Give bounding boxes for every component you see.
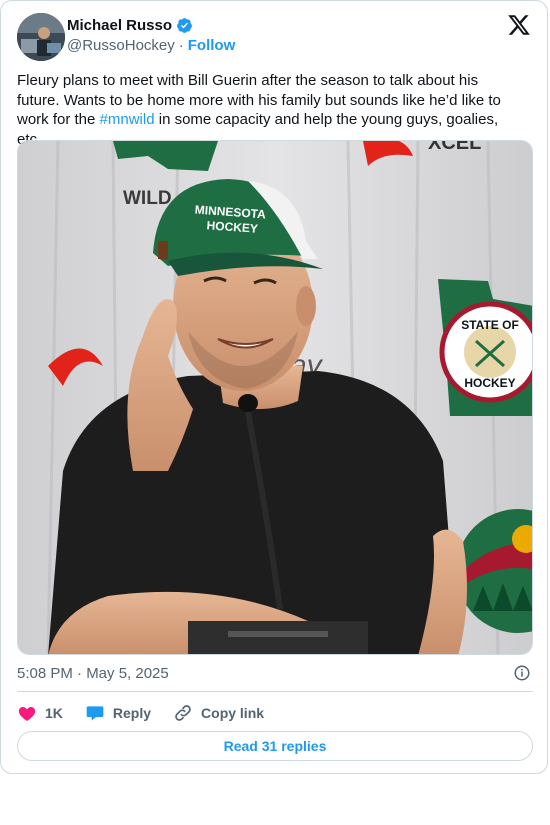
tweet-photo[interactable]: WILD ray XCEL STATE OF HOCKEY MINNESOTA … (17, 140, 533, 655)
tweet-timestamp[interactable]: 5:08 PM · May 5, 2025 (17, 665, 169, 682)
read-replies-button[interactable]: Read 31 replies (17, 731, 533, 761)
hashtag-link[interactable]: #mnwild (100, 111, 155, 128)
read-replies-label: Read 31 replies (223, 738, 327, 754)
author-handle-row: @RussoHockey · Follow (67, 37, 235, 54)
wild-backdrop-text: WILD (123, 188, 172, 209)
reply-bubble-icon (86, 706, 104, 721)
follow-button[interactable]: Follow (188, 37, 236, 54)
author-name-row: Michael Russo (67, 17, 193, 34)
info-icon[interactable] (513, 664, 531, 682)
author-handle[interactable]: @RussoHockey (67, 37, 175, 54)
author-name[interactable]: Michael Russo (67, 17, 172, 34)
tweet-text: Fleury plans to meet with Bill Guerin af… (17, 71, 517, 149)
badge-bottom-text: HOCKEY (464, 376, 515, 390)
tweet-card: Michael Russo @RussoHockey · Follow Fleu… (0, 0, 548, 774)
x-logo-icon[interactable] (507, 13, 531, 37)
link-icon (175, 705, 191, 721)
divider (17, 691, 533, 692)
reply-label: Reply (112, 705, 152, 721)
badge-top-text: STATE OF (461, 318, 519, 332)
reply-button[interactable]: Reply (85, 703, 151, 723)
xcel-backdrop-text: XCEL (428, 141, 481, 154)
copy-link-button[interactable]: Copy link (173, 703, 264, 723)
like-button[interactable]: 1K (17, 703, 63, 723)
tweet-meta-row: 5:08 PM · May 5, 2025 (17, 663, 533, 683)
avatar[interactable] (17, 13, 65, 61)
like-count: 1K (45, 705, 63, 721)
copy-link-label: Copy link (201, 705, 265, 721)
separator-dot: · (178, 37, 184, 54)
heart-icon (18, 707, 36, 721)
actions-bar: 1K Reply Copy link (17, 699, 286, 727)
verified-badge-icon (176, 17, 193, 34)
